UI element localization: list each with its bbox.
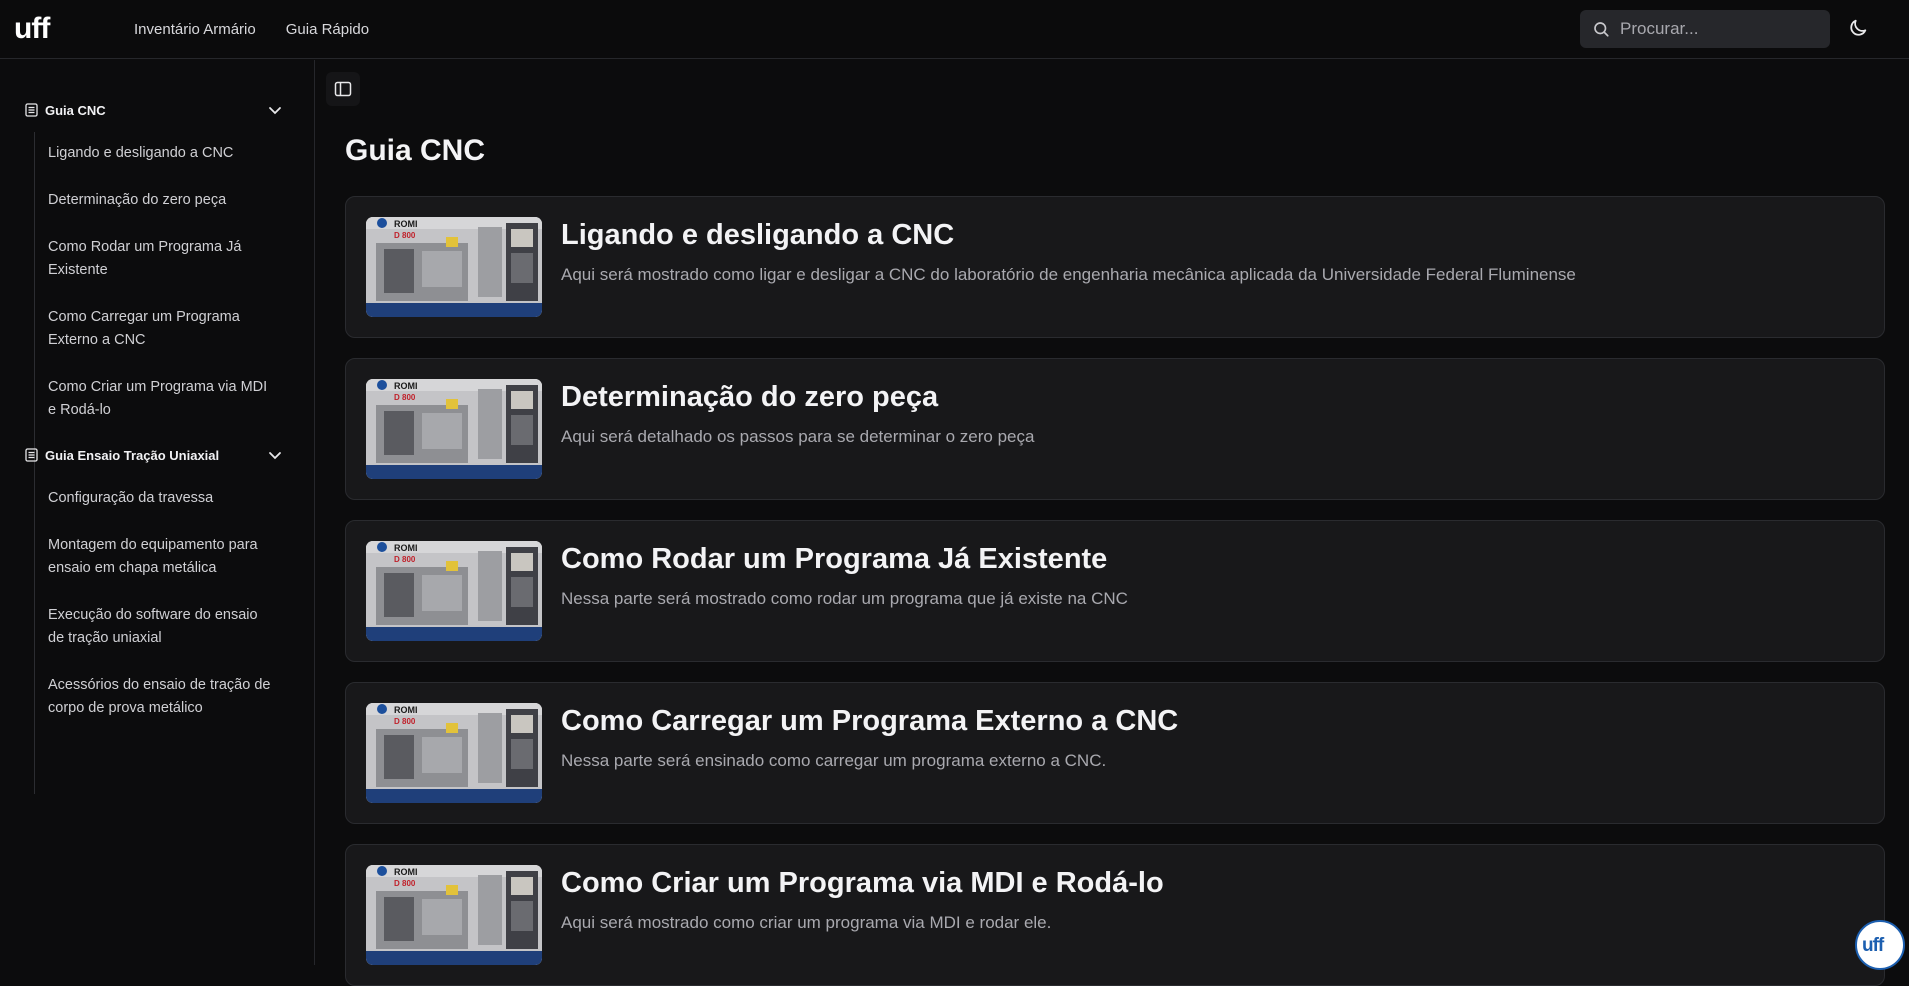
sidebar-toggle-icon [334, 81, 352, 97]
sidebar-item-montagem[interactable]: Montagem do equipamento para ensaio em c… [48, 534, 273, 579]
card-title[interactable]: Como Carregar um Programa Externo a CNC [561, 705, 1178, 738]
nav-link-guia-rapido[interactable]: Guia Rápido [286, 21, 369, 38]
svg-text:D 800: D 800 [394, 555, 416, 564]
card-description: Nessa parte será ensinado como carregar … [561, 751, 1107, 770]
sidebar-item-zero-peca[interactable]: Determinação do zero peça [48, 189, 273, 212]
chevron-down-icon[interactable] [267, 447, 283, 463]
cnc-machine-thumbnail: ROMI D 800 [366, 703, 542, 803]
sidebar-group-items: Configuração da travessa Montagem do equ… [34, 477, 284, 794]
sidebar-item-acessorios[interactable]: Acessórios do ensaio de tração de corpo … [48, 674, 273, 719]
chevron-down-icon[interactable] [267, 102, 283, 118]
page-title: Guia CNC [345, 134, 486, 167]
card-title[interactable]: Como Rodar um Programa Já Existente [561, 543, 1107, 576]
svg-text:D 800: D 800 [394, 879, 416, 888]
sidebar-item-criar-programa[interactable]: Como Criar um Programa via MDI e Rodá-lo [48, 376, 273, 421]
card-description: Nessa parte será mostrado como rodar um … [561, 589, 1128, 608]
top-nav: Inventário Armário Guia Rápido [134, 0, 369, 59]
cnc-machine-thumbnail: ROMI D 800 [366, 379, 542, 479]
search-box[interactable] [1580, 10, 1830, 48]
svg-text:uff: uff [14, 14, 51, 44]
sidebar-item-rodar-programa[interactable]: Como Rodar um Programa Já Existente [48, 236, 273, 281]
svg-text:ROMI: ROMI [394, 543, 418, 553]
sidebar-item-carregar-programa[interactable]: Como Carregar um Programa Externo a CNC [48, 306, 273, 351]
sidebar-item-ligando[interactable]: Ligando e desligando a CNC [48, 142, 273, 165]
svg-text:ROMI: ROMI [394, 867, 418, 877]
sidebar-group-title: Guia CNC [45, 102, 106, 118]
card-description: Aqui será mostrado como ligar e desligar… [561, 265, 1576, 284]
uff-logo-icon: uff [1862, 935, 1886, 956]
main-content: Guia CNC ROMI D 800 Ligando e desligando a… [316, 60, 1909, 986]
sidebar-group-ensaio-tracao[interactable]: Guia Ensaio Tração Uniaxial [25, 445, 283, 465]
nav-link-inventario[interactable]: Inventário Armário [134, 21, 256, 38]
uff-logo[interactable]: uff [14, 14, 76, 44]
guide-card[interactable]: ROMI D 800 Como Carregar um Programa Exter… [345, 682, 1885, 824]
svg-text:ROMI: ROMI [394, 705, 418, 715]
moon-icon[interactable] [1847, 17, 1869, 39]
card-description: Aqui será detalhado os passos para se de… [561, 427, 1035, 446]
guide-card[interactable]: ROMI D 800 Determinação do zero peça Aqui s… [345, 358, 1885, 500]
svg-text:ROMI: ROMI [394, 381, 418, 391]
card-description: Aqui será mostrado como criar um program… [561, 913, 1052, 932]
sidebar-item-execucao-software[interactable]: Execução do software do ensaio de tração… [48, 604, 273, 649]
card-title[interactable]: Determinação do zero peça [561, 381, 938, 414]
svg-text:uff: uff [1862, 935, 1885, 956]
top-bar: uff Inventário Armário Guia Rápido [0, 0, 1909, 59]
svg-text:D 800: D 800 [394, 231, 416, 240]
svg-text:ROMI: ROMI [394, 219, 418, 229]
guide-card[interactable]: ROMI D 800 Ligando e desligando a CNC Aqui … [345, 196, 1885, 338]
document-icon [25, 103, 38, 117]
card-title[interactable]: Como Criar um Programa via MDI e Rodá-lo [561, 867, 1164, 900]
guide-card[interactable]: ROMI D 800 Como Rodar um Programa Já Exist… [345, 520, 1885, 662]
cnc-machine-thumbnail: ROMI D 800 [366, 865, 542, 965]
sidebar-group-guia-cnc[interactable]: Guia CNC [25, 100, 283, 120]
cnc-machine-thumbnail: ROMI D 800 [366, 541, 542, 641]
svg-text:D 800: D 800 [394, 393, 416, 402]
sidebar-group-items: Ligando e desligando a CNC Determinação … [34, 132, 284, 487]
sidebar-group-title: Guia Ensaio Tração Uniaxial [45, 447, 220, 463]
sidebar: Guia CNC Ligando e desligando a CNC Dete… [0, 60, 315, 965]
cnc-machine-thumbnail: ROMI D 800 [366, 217, 542, 317]
document-icon [25, 448, 38, 462]
search-icon [1594, 22, 1609, 37]
sidebar-item-travessa[interactable]: Configuração da travessa [48, 487, 273, 510]
search-input[interactable] [1620, 19, 1810, 39]
uff-chat-button[interactable]: uff [1855, 920, 1905, 970]
card-title[interactable]: Ligando e desligando a CNC [561, 219, 954, 252]
sidebar-toggle-button[interactable] [326, 72, 360, 106]
svg-text:D 800: D 800 [394, 717, 416, 726]
